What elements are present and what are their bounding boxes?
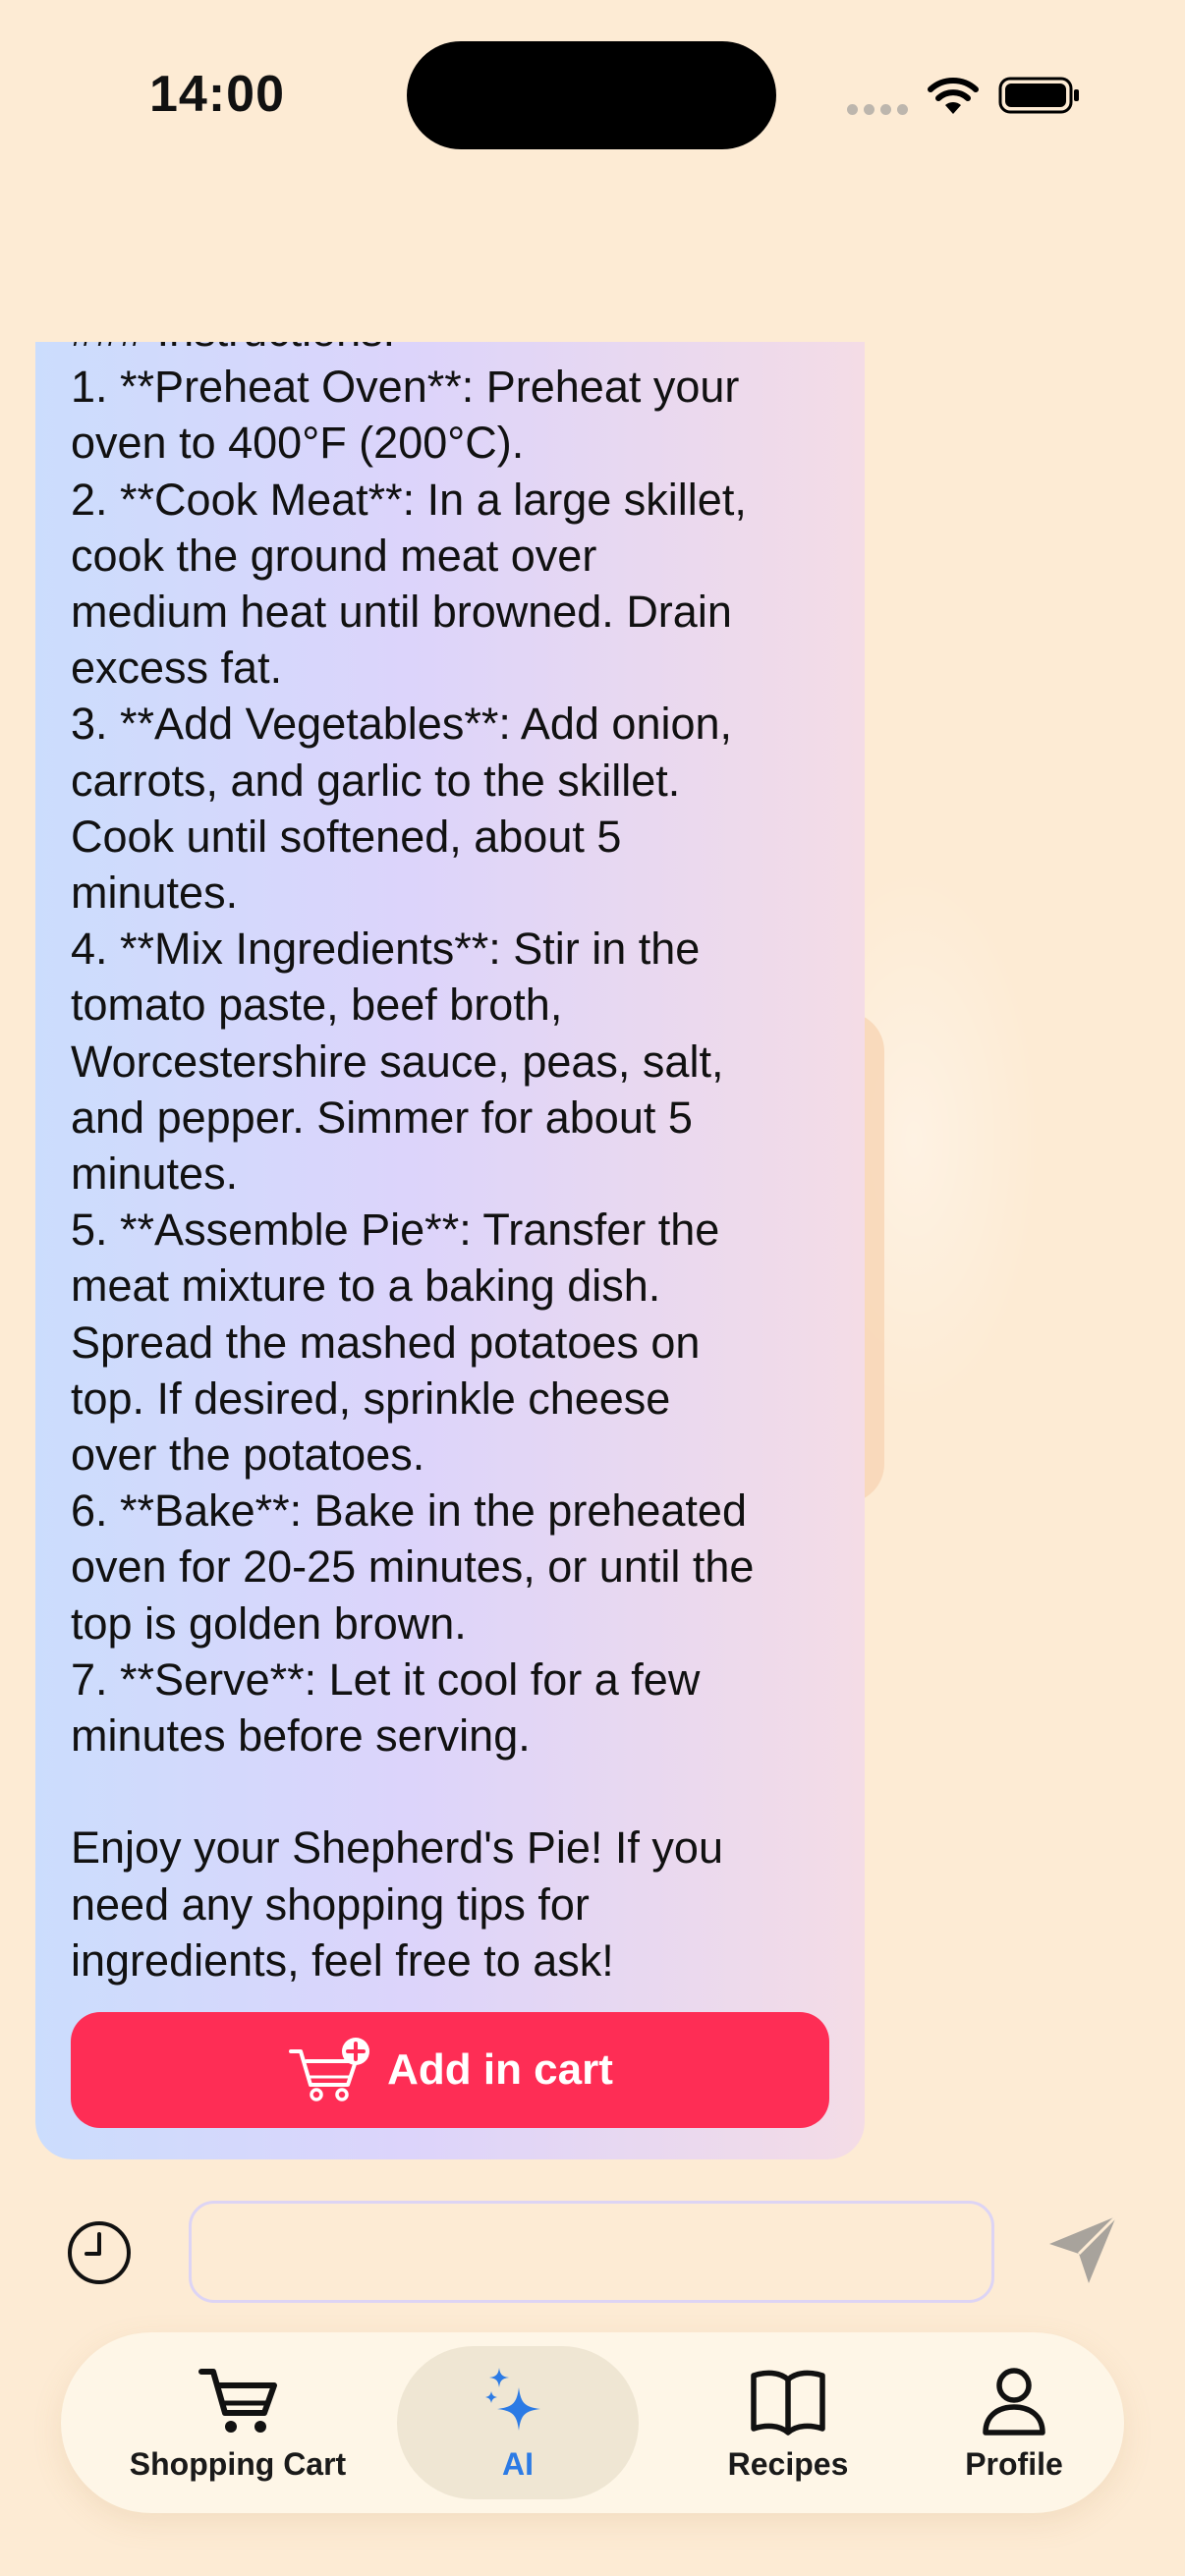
- status-bar: 14:00: [0, 0, 1185, 196]
- chat-scroll-area[interactable]: ### Instructions: 1. **Preheat Oven**: Pr…: [35, 342, 865, 2159]
- tab-shopping-cart[interactable]: Shopping Cart: [90, 2346, 385, 2499]
- message-line: minutes before serving.: [71, 1710, 531, 1762]
- message-line: 3. **Add Vegetables**: Add onion,: [71, 699, 733, 750]
- tab-label-recipes: Recipes: [727, 2445, 849, 2482]
- tab-profile[interactable]: Profile: [926, 2346, 1102, 2499]
- sparkles-icon: [485, 2367, 540, 2431]
- message-line: tomato paste, beef broth,: [71, 980, 563, 1031]
- person-icon: [983, 2367, 1045, 2436]
- message-line: top is golden brown.: [71, 1597, 467, 1649]
- wifi-icon: [928, 78, 979, 114]
- message-line: ### Instructions:: [71, 342, 847, 359]
- tab-label-ai: AI: [502, 2445, 534, 2482]
- add-in-cart-button[interactable]: Add in cart: [71, 2012, 829, 2128]
- message-line: 4. **Mix Ingredients**: Stir in the: [71, 924, 701, 975]
- book-icon: [751, 2370, 825, 2436]
- message-line: carrots, and garlic to the skillet.: [71, 755, 681, 806]
- message-line: Worcestershire sauce, peas, salt,: [71, 1036, 724, 1087]
- message-line: excess fat.: [71, 643, 283, 694]
- message-line: top. If desired, sprinkle cheese: [71, 1372, 671, 1424]
- add-in-cart-label: Add in cart: [387, 2045, 613, 2094]
- tab-label-profile: Profile: [965, 2445, 1063, 2482]
- message-line: over the potatoes.: [71, 1429, 425, 1481]
- message-line: oven for 20-25 minutes, or until the: [71, 1541, 755, 1593]
- message-line: medium heat until browned. Drain: [71, 587, 732, 638]
- message-line: need any shopping tips for: [71, 1878, 590, 1930]
- message-line: 5. **Assemble Pie**: Transfer the: [71, 1204, 720, 1256]
- message-input[interactable]: [189, 2201, 994, 2303]
- message-line: 6. **Bake**: Bake in the preheated: [71, 1485, 747, 1537]
- tab-recipes[interactable]: Recipes: [670, 2346, 906, 2499]
- message-line: [71, 1764, 847, 1820]
- message-line: and pepper. Simmer for about 5: [71, 1092, 693, 1143]
- battery-icon: [998, 77, 1079, 114]
- message-line: Spread the mashed potatoes on: [71, 1316, 701, 1368]
- tab-ai[interactable]: AI: [397, 2346, 639, 2499]
- message-line: 2. **Cook Meat**: In a large skillet,: [71, 474, 747, 525]
- message-line: minutes.: [71, 868, 239, 919]
- history-clock-icon[interactable]: [65, 2218, 134, 2287]
- message-line: Enjoy your Shepherd's Pie! If you: [71, 1822, 723, 1874]
- message-line: 1. **Preheat Oven**: Preheat your: [71, 362, 740, 413]
- tab-bar: Shopping Cart AI Recipes Profile: [61, 2332, 1124, 2513]
- message-line: 7. **Serve**: Let it cool for a few: [71, 1653, 701, 1705]
- cart-add-icon: [289, 2038, 370, 2101]
- send-icon[interactable]: [1045, 2212, 1120, 2287]
- message-line: Cook until softened, about 5: [71, 811, 622, 862]
- cart-icon: [198, 2368, 277, 2433]
- status-time: 14:00: [149, 66, 285, 123]
- message-line: cook the ground meat over: [71, 530, 597, 581]
- message-line: ingredients, feel free to ask!: [71, 1934, 614, 1986]
- ai-message-bubble: ### Instructions: 1. **Preheat Oven**: Pr…: [35, 342, 865, 2159]
- tab-label-shopping-cart: Shopping Cart: [129, 2445, 347, 2482]
- message-line: minutes.: [71, 1148, 239, 1200]
- dynamic-island: [407, 41, 776, 149]
- message-line: oven to 400°F (200°C).: [71, 418, 525, 469]
- message-line: meat mixture to a baking dish.: [71, 1260, 661, 1312]
- ai-message-text: ### Instructions: 1. **Preheat Oven**: Pr…: [71, 342, 847, 1988]
- cellular-signal-icon: [847, 102, 908, 116]
